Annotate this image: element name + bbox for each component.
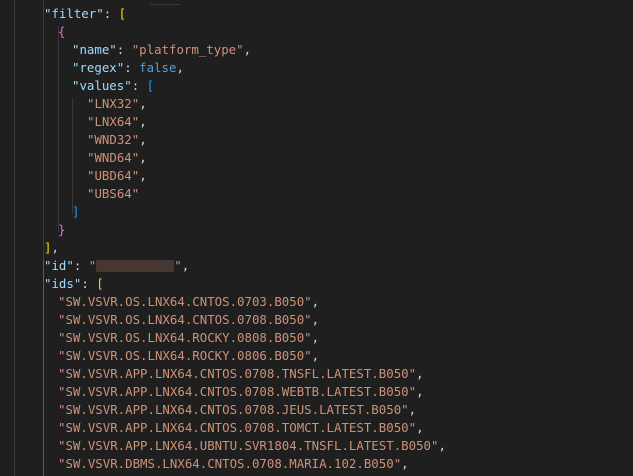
code-line-filter: "filter": [ (44, 6, 127, 21)
indent-guide (14, 0, 15, 476)
values-item: "UBS64" (87, 186, 140, 201)
code-editor[interactable]: "filter": [ { "name": "platform_type", "… (0, 0, 633, 476)
values-item: "UBD64", (87, 168, 147, 183)
ids-item: "SW.VSVR.OS.LNX64.ROCKY.0808.B050", (58, 330, 320, 345)
values-item: "WND64", (87, 150, 147, 165)
ids-item: "SW.VSVR.DBMS.LNX64.CNTOS.0708.MARIA.102… (58, 456, 409, 471)
ids-item: "SW.VSVR.APP.LNX64.CNTOS.0708.JEUS.LATES… (58, 402, 417, 417)
id-key: "id" (44, 258, 74, 273)
name-key: "name" (72, 42, 117, 57)
values-item: "WND32", (87, 132, 147, 147)
ids-key: "ids" (44, 276, 82, 291)
values-item: "LNX64", (87, 114, 147, 129)
regex-key: "regex" (72, 60, 125, 75)
code-line-name: "name": "platform_type", (72, 42, 252, 57)
code-line-values: "values": [ (72, 78, 155, 93)
ids-item: "SW.VSVR.APP.LNX64.CNTOS.0708.TNSFL.LATE… (58, 366, 424, 381)
values-item: "LNX32", (87, 96, 147, 111)
code-line-regex: "regex": false, (72, 60, 184, 75)
redacted-id-value (96, 260, 175, 272)
ids-item: "SW.VSVR.APP.LNX64.CNTOS.0708.TOMCT.LATE… (58, 420, 424, 435)
ids-item: "SW.VSVR.APP.LNX64.UBNTU.SVR1804.TNSFL.L… (58, 438, 446, 453)
bracket-close: ] (72, 204, 80, 219)
ids-item: "SW.VSVR.APP.LNX64.CNTOS.0708.WEBTB.LATE… (58, 384, 424, 399)
brace-close: } (58, 222, 66, 237)
bracket-open: [ (118, 6, 127, 21)
code-line-id: "id": " ", (44, 258, 190, 273)
indent-guide-filter (43, 0, 44, 260)
bracket-open: [ (146, 78, 155, 93)
ids-item: "SW.VSVR.OS.LNX64.ROCKY.0806.B050", (58, 348, 320, 363)
values-key: "values" (72, 78, 132, 93)
ids-item: "SW.VSVR.OS.LNX64.CNTOS.0703.B050", (58, 294, 320, 309)
name-value: "platform_type" (131, 42, 244, 57)
indent-guide-object (58, 26, 59, 232)
code-line-values-close: ] (72, 203, 79, 221)
indent-guide-values (72, 98, 73, 214)
regex-value: false (139, 60, 177, 75)
ids-item: "SW.VSVR.OS.LNX64.CNTOS.0708.B050", (58, 312, 320, 327)
indent-guide-top (150, 0, 180, 5)
brace-open: { (58, 24, 66, 39)
bracket-open: [ (96, 276, 104, 291)
code-line-filter-close: ], (44, 240, 59, 255)
code-line-ids: "ids": [ (44, 276, 104, 291)
code-line-object-close: } (58, 221, 65, 239)
filter-key: "filter" (44, 6, 104, 21)
code-line-object-open: { (58, 23, 65, 41)
